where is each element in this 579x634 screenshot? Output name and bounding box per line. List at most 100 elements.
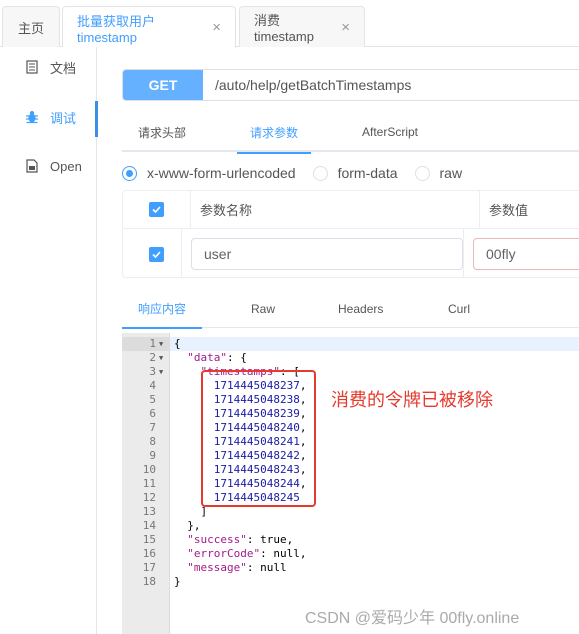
tab-curl[interactable]: Curl — [448, 289, 470, 328]
radio-x-www-form-urlencoded[interactable]: x-www-form-urlencoded — [122, 165, 296, 181]
tab-label: 消费timestamp — [254, 13, 314, 44]
tab-headers[interactable]: Headers — [338, 289, 383, 328]
column-header-param-value: 参数值 — [489, 203, 529, 218]
param-value-cell — [464, 229, 579, 277]
json-key: "errorCode" — [187, 547, 261, 560]
tab-bar: 主页 批量获取用户timestamp × 消费timestamp × — [0, 0, 579, 48]
tab-consume-timestamp[interactable]: 消费timestamp × — [239, 6, 365, 47]
sidebar-item-debug[interactable]: 调试 — [0, 101, 98, 137]
table-header-row: 参数名称 参数值 — [123, 191, 579, 229]
code-line: 2 ▼ "data": { — [122, 351, 579, 365]
line-number: 10 — [142, 463, 156, 476]
sidebar-item-open[interactable]: Open — [0, 151, 97, 181]
code-text: ] — [174, 505, 208, 518]
bug-icon — [26, 110, 38, 124]
param-name-input[interactable] — [191, 238, 463, 270]
body-type-radio-group: x-www-form-urlencoded form-data raw — [122, 162, 479, 184]
line-number: 18 — [142, 575, 156, 588]
line-number: 14 — [142, 519, 156, 532]
close-icon[interactable]: × — [341, 19, 350, 36]
json-key: "data" — [187, 351, 227, 364]
param-name-cell — [182, 229, 464, 277]
code-line: 1 ▼{ — [122, 337, 579, 351]
radio-raw[interactable]: raw — [414, 165, 463, 181]
code-line: 16 "errorCode": null, — [122, 547, 579, 561]
tab-label: 批量获取用户timestamp — [77, 13, 156, 45]
sidebar-item-label: 调试 — [50, 110, 77, 126]
select-all-cell — [123, 191, 191, 228]
tab-home[interactable]: 主页 — [2, 6, 60, 47]
tab-batch-get-timestamp[interactable]: 批量获取用户timestamp × — [62, 6, 236, 48]
code-text: }, — [174, 519, 201, 532]
tab-label: 主页 — [17, 20, 44, 36]
column-header-param-name: 参数名称 — [191, 191, 480, 228]
request-tabs: 请求头部 请求参数 AfterScript — [122, 112, 579, 154]
line-number: 13 — [142, 505, 156, 518]
line-number: 11 — [142, 477, 156, 490]
line-number: 12 — [142, 491, 156, 504]
request-url-bar: GET — [122, 69, 579, 101]
check-icon — [152, 206, 161, 213]
line-number: 9 — [149, 449, 156, 462]
code-text: "success": true, — [187, 533, 294, 546]
document-icon — [26, 60, 38, 74]
radio-label: x-www-form-urlencoded — [147, 165, 296, 181]
watermark: CSDN @爱码少年 00fly.online — [305, 610, 520, 627]
code-text: { — [174, 337, 181, 350]
table-row — [123, 229, 579, 277]
tab-afterscript[interactable]: AfterScript — [362, 112, 418, 152]
close-icon[interactable]: × — [212, 19, 221, 36]
check-icon — [151, 250, 161, 258]
code-line: 11 1714445048244, — [122, 477, 579, 491]
code-text: "errorCode": null, — [187, 547, 307, 560]
method-select[interactable]: GET — [123, 70, 203, 100]
radio-label: raw — [439, 165, 463, 181]
line-number: 5 — [149, 393, 156, 406]
tab-request-headers[interactable]: 请求头部 — [138, 112, 186, 152]
code-line: 12 1714445048245 — [122, 491, 579, 505]
params-table: 参数名称 参数值 — [122, 190, 579, 278]
line-number: 6 — [149, 407, 156, 420]
code-line: 8 1714445048241, — [122, 435, 579, 449]
url-input[interactable] — [203, 70, 579, 100]
tab-request-params[interactable]: 请求参数 — [236, 112, 312, 154]
code-text: "message": null — [187, 561, 287, 574]
code-line: 10 1714445048243, — [122, 463, 579, 477]
response-json-editor[interactable]: 1 ▼{2 ▼ "data": {3 ▼ "timestamps": [4 17144… — [122, 333, 579, 634]
param-value-input[interactable] — [473, 238, 579, 270]
fold-toggle-icon[interactable]: ▼ — [159, 351, 163, 365]
code-line: 3 ▼ "timestamps": [ — [122, 365, 579, 379]
radio-dot[interactable] — [312, 165, 328, 181]
sidebar-item-docs[interactable]: 文档 — [0, 52, 97, 82]
code-line: 9 1714445048242, — [122, 449, 579, 463]
line-number: 7 — [149, 421, 156, 434]
code-line: 7 1714445048240, — [122, 421, 579, 435]
radio-dot[interactable] — [414, 165, 430, 181]
json-key: "message" — [187, 561, 247, 574]
code-text: } — [174, 575, 181, 588]
code-text: "data": { — [187, 351, 247, 364]
code-line: 14 }, — [122, 519, 579, 533]
tab-raw[interactable]: Raw — [251, 289, 275, 328]
fold-toggle-icon[interactable]: ▼ — [159, 337, 163, 351]
code-line: 15 "success": true, — [122, 533, 579, 547]
sidebar-item-label: 文档 — [50, 60, 77, 76]
radio-dot[interactable] — [122, 165, 137, 181]
select-all-checkbox[interactable] — [149, 202, 164, 217]
line-number: 8 — [149, 435, 156, 448]
row-check-cell — [123, 229, 182, 277]
response-tabs: 响应内容 Raw Headers Curl — [121, 289, 579, 329]
code-line: 17 "message": null — [122, 561, 579, 575]
line-number: 16 — [142, 547, 156, 560]
row-checkbox[interactable] — [148, 246, 164, 262]
timestamps-highlight-box — [201, 370, 316, 507]
line-number: 15 — [142, 533, 156, 546]
sidebar-item-label: Open — [50, 158, 82, 174]
line-number: 4 — [149, 379, 156, 392]
radio-label: form-data — [337, 165, 398, 181]
radio-form-data[interactable]: form-data — [312, 165, 398, 181]
fold-toggle-icon[interactable]: ▼ — [159, 365, 163, 379]
tab-response-content[interactable]: 响应内容 — [121, 289, 203, 329]
annotation-text: 消费的令牌已被移除 — [331, 390, 493, 411]
code-line: 18} — [122, 575, 579, 589]
